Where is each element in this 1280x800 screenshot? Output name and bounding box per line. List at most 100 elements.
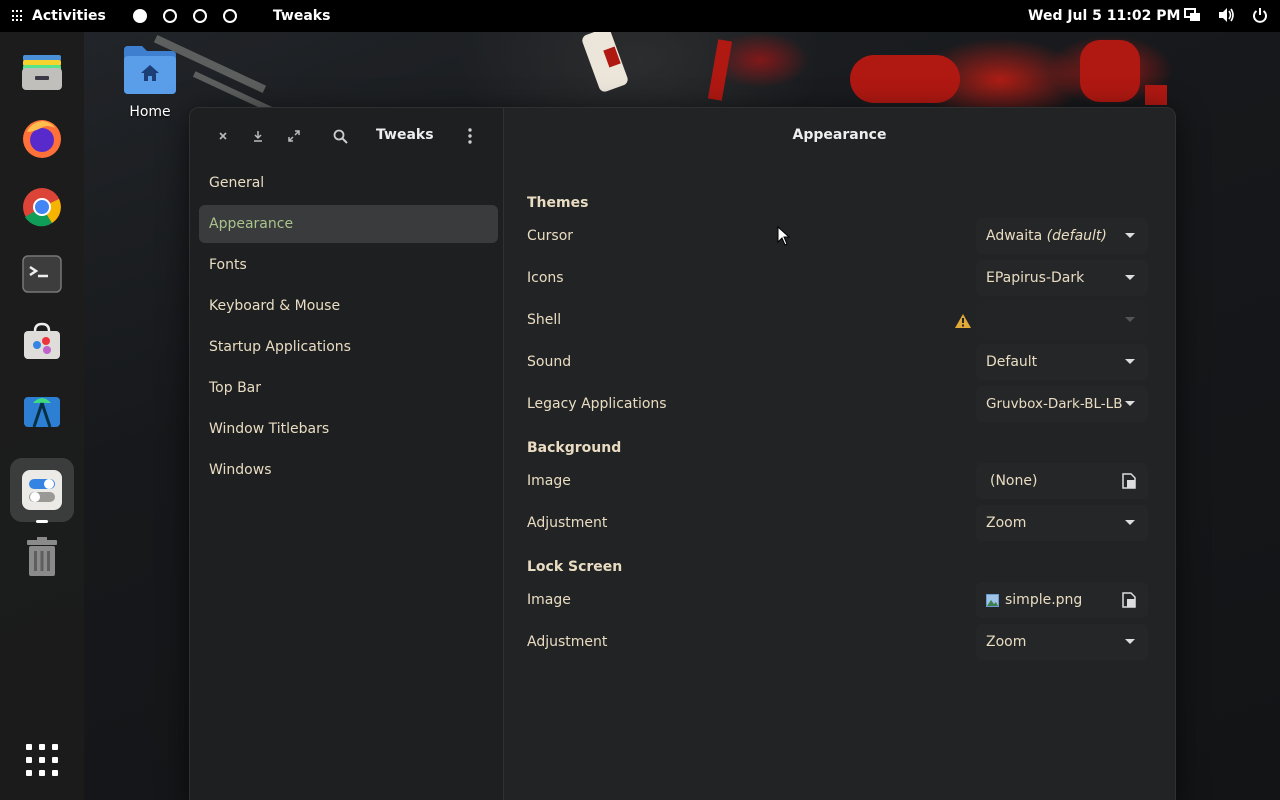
sidebar: Tweaks General Appearance Fonts Keyboard… [190,108,504,800]
desktop-home-folder[interactable]: Home [118,44,182,120]
background-heading: Background [527,440,622,456]
lock-screen-adjustment-dropdown[interactable]: Zoom [976,624,1148,660]
lock-screen-image-chooser[interactable]: simple.png [976,582,1148,618]
chevron-down-icon [1125,233,1135,238]
activities-grid-icon [12,10,24,22]
chevron-down-icon [1125,520,1135,525]
home-folder-icon [124,46,176,94]
app-menu[interactable]: Tweaks [273,8,331,24]
system-tray[interactable] [1184,7,1268,23]
sidebar-item-fonts[interactable]: Fonts [199,246,498,284]
sidebar-item-appearance[interactable]: Appearance [199,205,498,243]
activities-label: Activities [32,8,106,24]
chevron-down-icon [1125,639,1135,644]
background-adjustment-label: Adjustment [527,515,608,531]
content-pane: Appearance Themes Cursor Adwaita (defaul… [504,108,1175,800]
image-file-icon [986,593,999,607]
minimize-button[interactable] [248,126,268,146]
search-icon [333,129,348,144]
dock-firefox[interactable] [10,107,74,171]
power-icon [1253,8,1267,23]
page-title: Appearance [792,127,887,143]
chrome-icon [23,188,61,227]
background-image-chooser[interactable]: (None) [976,463,1148,499]
cursor-label: Cursor [527,228,574,244]
lock-screen-image-label: Image [527,592,571,608]
terminal-icon [22,255,62,293]
vertical-dots-icon [468,128,472,144]
dock-trash[interactable] [10,525,74,589]
dock-files[interactable] [10,40,74,104]
background-adjustment-dropdown[interactable]: Zoom [976,505,1148,541]
tweaks-window: Tweaks General Appearance Fonts Keyboard… [189,107,1176,800]
search-button[interactable] [330,126,350,146]
maximize-icon [288,130,300,142]
lock-screen-image-value: simple.png [1005,592,1083,608]
icons-label: Icons [527,270,564,286]
workspace-indicator[interactable] [132,9,237,23]
sidebar-title: Tweaks [376,127,434,143]
clock[interactable]: Wed Jul 5 11:02 PM [1028,8,1180,24]
icons-theme-value: EPapirus-Dark [986,270,1085,286]
chevron-down-icon [1125,317,1135,322]
cursor-theme-value: Adwaita [986,228,1043,244]
firefox-icon [23,120,61,158]
sound-theme-value: Default [986,354,1038,370]
cursor-theme-dropdown[interactable]: Adwaita (default) [976,218,1148,254]
sidebar-item-general[interactable]: General [199,164,498,202]
volume-icon [1219,8,1234,22]
dock-android-studio[interactable] [10,378,74,442]
workspace-1-dot[interactable] [132,9,147,23]
sidebar-item-top-bar[interactable]: Top Bar [199,369,498,407]
sidebar-item-keyboard-mouse[interactable]: Keyboard & Mouse [199,287,498,325]
maximize-button[interactable] [284,126,304,146]
tweaks-icon [22,470,62,510]
lock-screen-adjustment-value: Zoom [986,634,1027,650]
lock-screen-adjustment-label: Adjustment [527,634,608,650]
sidebar-item-windows[interactable]: Windows [199,451,498,489]
workspace-4-dot[interactable] [222,9,237,23]
main-menu-button[interactable] [460,126,480,146]
sidebar-item-startup-applications[interactable]: Startup Applications [199,328,498,366]
minimize-icon [254,131,262,142]
running-indicator [36,520,48,523]
legacy-applications-value: Gruvbox-Dark-BL-LB [986,396,1123,412]
show-applications-button[interactable] [10,728,74,792]
shell-theme-dropdown[interactable] [976,302,1148,338]
chevron-down-icon [1125,359,1135,364]
sidebar-item-window-titlebars[interactable]: Window Titlebars [199,410,498,448]
workspace-3-dot[interactable] [192,9,207,23]
background-image-value: (None) [990,473,1038,489]
background-image-label: Image [527,473,571,489]
icons-theme-dropdown[interactable]: EPapirus-Dark [976,260,1148,296]
activities-button[interactable]: Activities [0,8,106,24]
legacy-applications-label: Legacy Applications [527,396,667,412]
sound-theme-dropdown[interactable]: Default [976,344,1148,380]
dock-chrome[interactable] [10,175,74,239]
chevron-down-icon [1125,401,1135,406]
background-adjustment-value: Zoom [986,515,1027,531]
app-grid-icon [26,744,58,776]
chevron-down-icon [1125,275,1135,280]
close-button[interactable] [213,126,233,146]
desktop-home-label: Home [129,104,171,120]
dock-tweaks[interactable] [10,458,74,523]
top-bar: Activities Tweaks Wed Jul 5 11:02 PM [0,0,1280,32]
sidebar-nav: General Appearance Fonts Keyboard & Mous… [199,164,498,492]
mouse-pointer-icon [777,226,791,246]
cursor-theme-default-tag: (default) [1046,228,1107,244]
dock-terminal[interactable] [10,242,74,306]
workspace-2-dot[interactable] [162,9,177,23]
trash-icon [27,537,57,576]
legacy-applications-dropdown[interactable]: Gruvbox-Dark-BL-LB [976,386,1148,422]
close-icon [219,132,227,140]
sound-label: Sound [527,354,572,370]
document-open-icon [1122,473,1136,489]
dock-software[interactable] [10,310,74,374]
themes-heading: Themes [527,195,589,211]
network-icon [1184,8,1200,21]
warning-icon [955,314,971,328]
android-studio-icon [24,397,60,428]
document-open-icon [1122,592,1136,608]
sidebar-headerbar: Tweaks [190,108,503,164]
